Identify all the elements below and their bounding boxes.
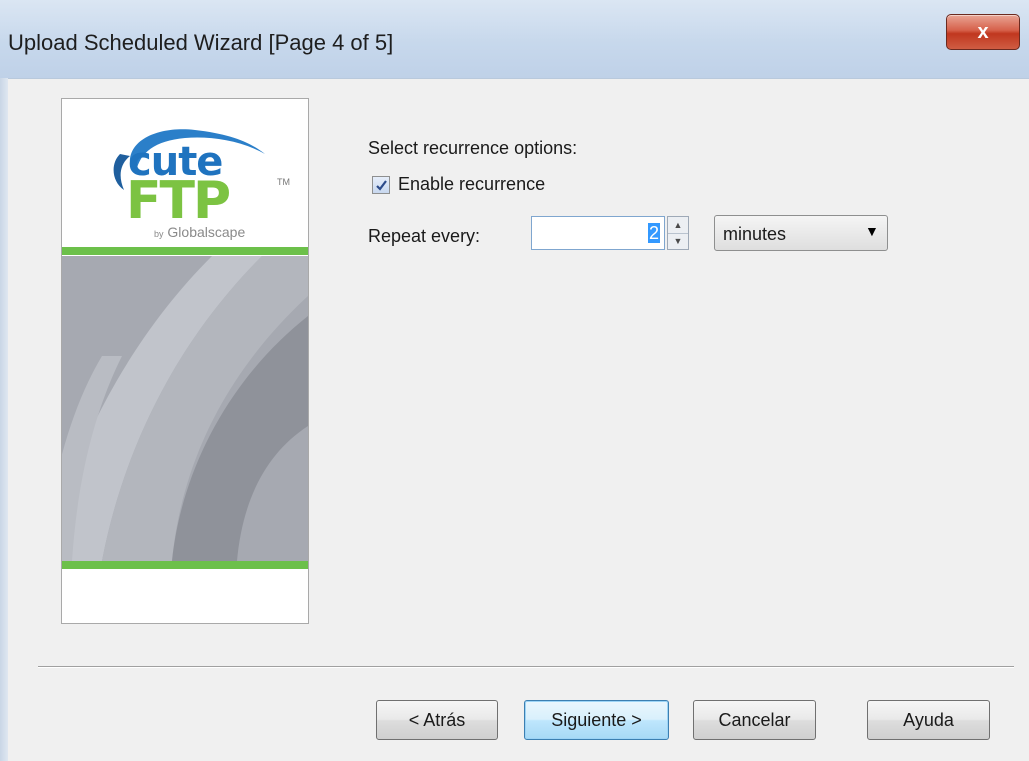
- sidebar-footer: [62, 569, 308, 623]
- close-icon: x: [977, 20, 989, 43]
- repeat-every-label: Repeat every:: [368, 226, 481, 246]
- title-bar[interactable]: Upload Scheduled Wizard [Page 4 of 5] x: [0, 0, 1029, 79]
- wizard-sidebar-image: cute FTP TM by Globalscape: [61, 98, 309, 624]
- footer-separator: [38, 666, 1014, 668]
- repeat-unit-select[interactable]: minutes ▼: [714, 215, 888, 251]
- decorative-stripes-graphic: [62, 256, 308, 561]
- back-button[interactable]: < Atrás: [376, 700, 498, 740]
- logo-company: Globalscape: [167, 224, 246, 240]
- wizard-window: Upload Scheduled Wizard [Page 4 of 5] x …: [0, 0, 1029, 761]
- logo-by-word: by: [154, 229, 164, 239]
- next-button[interactable]: Siguiente >: [524, 700, 669, 740]
- help-button[interactable]: Ayuda: [867, 700, 990, 740]
- enable-recurrence-checkbox[interactable]: [372, 176, 390, 194]
- spin-down-icon[interactable]: ▼: [668, 233, 688, 249]
- logo-ftp-text: FTP: [126, 171, 231, 231]
- checkmark-icon: [375, 179, 387, 191]
- enable-recurrence-label[interactable]: Enable recurrence: [398, 174, 545, 195]
- logo-trademark: TM: [277, 177, 290, 187]
- cancel-button[interactable]: Cancelar: [693, 700, 816, 740]
- recurrence-heading: Select recurrence options:: [368, 138, 578, 158]
- close-button[interactable]: x: [946, 14, 1020, 50]
- green-divider-top: [62, 247, 308, 255]
- cuteftp-logo: cute FTP TM by Globalscape: [62, 99, 308, 247]
- repeat-interval-value: 2: [647, 223, 660, 243]
- window-title: Upload Scheduled Wizard [Page 4 of 5]: [8, 30, 394, 55]
- green-divider-bottom: [62, 561, 308, 569]
- decorative-pattern: [62, 256, 308, 561]
- spin-up-icon[interactable]: ▲: [668, 217, 688, 234]
- repeat-unit-value: minutes: [723, 224, 787, 244]
- dropdown-arrow-icon: ▼: [865, 223, 879, 239]
- logo-byline: by Globalscape: [154, 224, 245, 240]
- repeat-interval-input[interactable]: 2: [531, 216, 665, 250]
- repeat-interval-spinner[interactable]: ▲ ▼: [667, 216, 689, 250]
- window-left-edge: [0, 78, 8, 761]
